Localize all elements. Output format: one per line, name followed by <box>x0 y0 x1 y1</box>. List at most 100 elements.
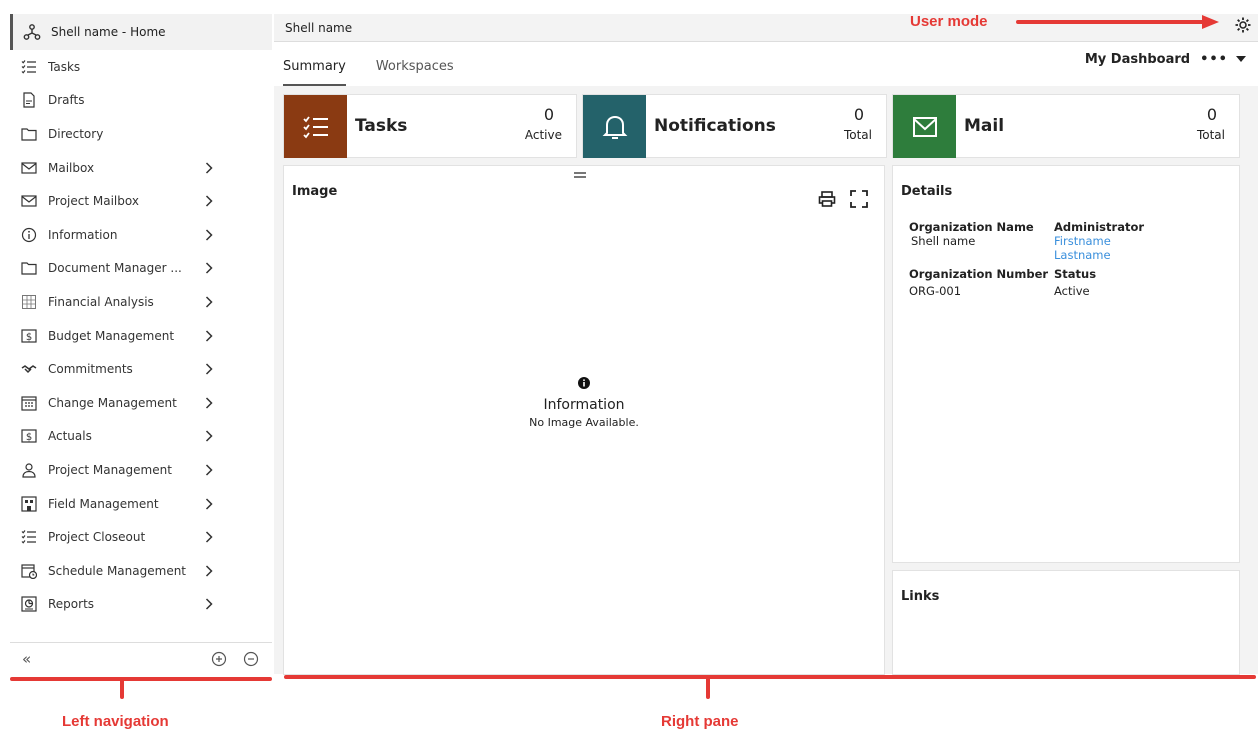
right-pane-annotation: Right pane <box>661 713 739 730</box>
chevron-right-icon[interactable] <box>203 162 215 174</box>
nav-item-label: Mailbox <box>48 160 95 175</box>
chevron-right-icon[interactable] <box>203 430 215 442</box>
nav-item-label: Schedule Management <box>48 563 187 578</box>
mail-card[interactable]: Mail 0 Total <box>892 94 1240 158</box>
dashboard-label: My Dashboard <box>1084 52 1191 67</box>
chevron-right-icon[interactable] <box>203 296 215 308</box>
person-icon <box>20 461 38 479</box>
chevron-right-icon[interactable] <box>203 330 215 342</box>
nav-list: Tasks Drafts Directory Mailbox Project Mailb… <box>10 50 272 621</box>
info-title: Information <box>543 397 625 413</box>
chevron-right-icon[interactable] <box>203 397 215 409</box>
drag-handle-icon[interactable] <box>574 172 586 178</box>
nav-item-label: Actuals <box>48 429 92 444</box>
chevron-right-icon[interactable] <box>203 464 215 476</box>
org-name-value: Shell name <box>911 234 976 248</box>
nav-item[interactable]: Document Manager ... <box>10 252 272 286</box>
chevron-right-icon[interactable] <box>203 598 215 610</box>
mail-icon <box>20 159 38 177</box>
nav-item[interactable]: Drafts <box>10 84 272 118</box>
building-icon <box>20 495 38 513</box>
dollar-icon: $ <box>20 427 38 445</box>
nav-item[interactable]: $ Actuals <box>10 420 272 454</box>
nav-home-item[interactable]: Shell name - Home <box>10 14 272 50</box>
org-number-value: ORG-001 <box>909 284 962 298</box>
nav-item-label: Document Manager ... <box>48 261 182 276</box>
org-number-label: Organization Number <box>909 267 1049 281</box>
info-icon <box>578 374 590 393</box>
chevron-right-icon[interactable] <box>203 195 215 207</box>
notifications-card[interactable]: Notifications 0 Total <box>582 94 887 158</box>
svg-text:$: $ <box>26 432 32 443</box>
image-card-title: Image <box>292 184 338 199</box>
mail-caption: Total <box>1196 128 1225 142</box>
tab-summary[interactable]: Summary <box>283 59 346 86</box>
tasks-card-title: Tasks <box>355 116 408 136</box>
folder-icon <box>20 259 38 277</box>
chevron-right-icon[interactable] <box>203 262 215 274</box>
nav-item[interactable]: Schedule Management <box>10 554 272 588</box>
nav-item[interactable]: Mailbox <box>10 151 272 185</box>
chevron-right-icon[interactable] <box>203 565 215 577</box>
fullscreen-icon[interactable] <box>850 190 868 208</box>
status-label: Status <box>1054 267 1097 281</box>
schedule-icon <box>20 562 38 580</box>
handshake-icon <box>20 360 38 378</box>
bell-icon <box>583 95 646 158</box>
expand-all-icon[interactable] <box>210 650 228 668</box>
links-card: Links <box>892 570 1240 675</box>
nav-item[interactable]: Tasks <box>10 50 272 84</box>
dollar-icon: $ <box>20 327 38 345</box>
nav-item[interactable]: Project Mailbox <box>10 184 272 218</box>
nav-item-label: Drafts <box>48 93 85 108</box>
nav-item-label: Change Management <box>48 395 177 410</box>
dashboard-selector[interactable]: My Dashboard ••• <box>1085 52 1246 67</box>
nav-item[interactable]: Field Management <box>10 487 272 521</box>
details-card: Details Organization Name Shell name Adm… <box>892 165 1240 563</box>
tasks-icon <box>284 95 347 158</box>
admin-firstname-link[interactable]: Firstname <box>1054 234 1204 248</box>
tab-workspaces[interactable]: Workspaces <box>376 59 454 86</box>
tasks-card[interactable]: Tasks 0 Active <box>283 94 577 158</box>
chevron-right-icon[interactable] <box>203 531 215 543</box>
info-text: No Image Available. <box>529 416 639 429</box>
nav-item[interactable]: Information <box>10 218 272 252</box>
nav-item-label: Tasks <box>48 59 81 74</box>
collapse-all-icon[interactable] <box>242 650 260 668</box>
left-nav-pointer <box>120 679 124 699</box>
right-pane-pointer <box>706 677 710 699</box>
more-options-button[interactable]: ••• <box>1200 52 1228 67</box>
tab-bar: Summary Workspaces My Dashboard ••• <box>274 42 1258 86</box>
gear-icon[interactable] <box>1234 16 1252 38</box>
drafts-icon <box>20 91 38 109</box>
notifications-caption: Total <box>843 128 872 142</box>
nav-item[interactable]: Commitments <box>10 352 272 386</box>
nav-item-label: Reports <box>48 597 95 612</box>
no-image-info: Information No Image Available. <box>284 374 884 429</box>
mail-count: 0 <box>1206 105 1217 124</box>
user-mode-arrow <box>1016 14 1221 34</box>
nav-item[interactable]: Financial Analysis <box>10 285 272 319</box>
info-icon <box>20 226 38 244</box>
links-card-title: Links <box>901 589 940 604</box>
nav-item[interactable]: $ Budget Management <box>10 319 272 353</box>
grid-icon <box>20 293 38 311</box>
right-pane-underline <box>284 675 1256 679</box>
nav-item-label: Information <box>48 227 118 242</box>
nav-item[interactable]: Change Management <box>10 386 272 420</box>
nav-item[interactable]: Reports <box>10 588 272 622</box>
caret-down-icon[interactable] <box>1236 52 1246 67</box>
collapse-nav-button[interactable]: « <box>22 650 31 668</box>
shell-name: Shell name <box>285 20 353 35</box>
notifications-count: 0 <box>853 105 864 124</box>
nav-item[interactable]: Directory <box>10 117 272 151</box>
chevron-right-icon[interactable] <box>203 229 215 241</box>
chevron-right-icon[interactable] <box>203 363 215 375</box>
print-icon[interactable] <box>818 190 836 208</box>
nav-item[interactable]: Project Closeout <box>10 520 272 554</box>
chevron-right-icon[interactable] <box>203 497 215 510</box>
image-card: Image Information No Image Available. <box>283 165 885 675</box>
nav-item[interactable]: Project Management <box>10 453 272 487</box>
admin-lastname-link[interactable]: Lastname <box>1054 248 1204 262</box>
nav-item-label: Project Closeout <box>48 530 146 545</box>
